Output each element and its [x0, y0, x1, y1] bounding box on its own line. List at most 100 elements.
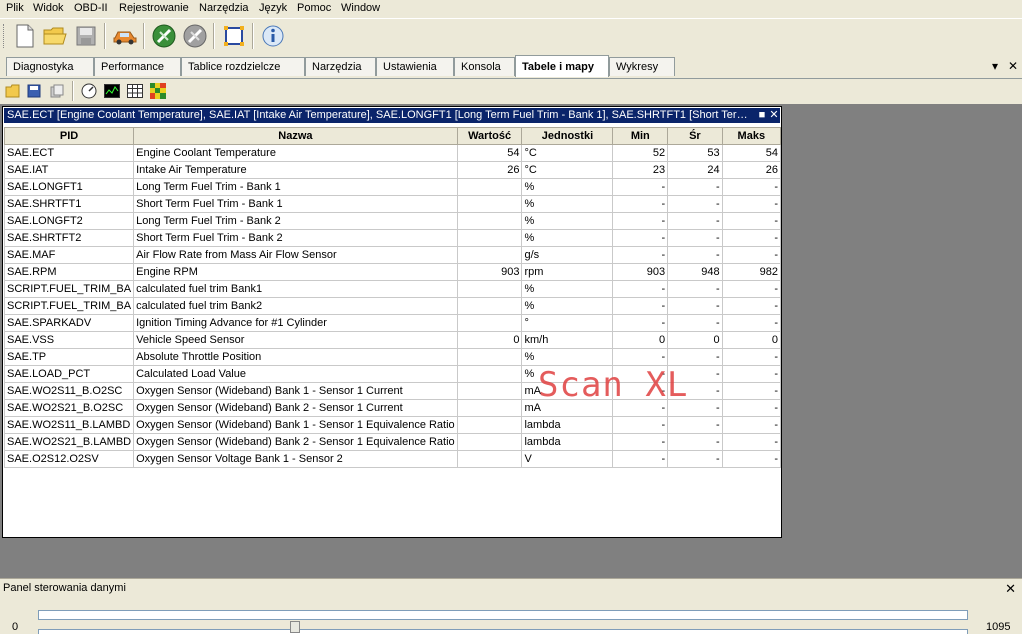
new-button[interactable]: [11, 22, 39, 50]
cell-pid: SAE.RPM: [3, 263, 135, 281]
cell-jednostki: %: [521, 212, 614, 230]
cell-wartosc: [456, 195, 523, 213]
gauge-view-button[interactable]: [80, 82, 98, 100]
menu-narzedzia[interactable]: Narzędzia: [198, 1, 250, 15]
table-view-button[interactable]: [126, 82, 144, 100]
info-button[interactable]: [259, 22, 287, 50]
tab-narzedzia[interactable]: Narzędzia: [305, 57, 376, 76]
table-row[interactable]: SAE.WO2S11_B.O2SC Oxygen Sensor (Wideband…: [3, 382, 782, 400]
table-row[interactable]: SAE.LONGFT1 Long Term Fuel Trim - Bank 1%…: [3, 178, 782, 196]
cell-pid: SCRIPT.FUEL_TRIM_BA: [3, 280, 135, 298]
table-row[interactable]: SAE.O2S12.O2SV Oxygen Sensor Voltage Bank…: [3, 450, 782, 468]
table-row[interactable]: SCRIPT.FUEL_TRIM_BA calculated fuel trim …: [3, 297, 782, 315]
menu-plik[interactable]: Plik: [5, 1, 25, 15]
column-header-jednostki[interactable]: Jednostki: [521, 127, 614, 145]
vehicle-button[interactable]: [111, 22, 139, 50]
cell-jednostki: %: [521, 280, 614, 298]
table-row[interactable]: SAE.LOAD_PCT Calculated Load Value% - - -: [3, 365, 782, 383]
table-row[interactable]: SAE.TP Absolute Throttle Position% - - -: [3, 348, 782, 366]
frame-title: SAE.ECT [Engine Coolant Temperature], SA…: [7, 109, 752, 121]
frame-titlebar[interactable]: SAE.ECT [Engine Coolant Temperature], SA…: [4, 108, 780, 123]
frame-maximize-icon[interactable]: ■: [756, 108, 768, 123]
menu-widok[interactable]: Widok: [32, 1, 65, 15]
cell-maks: -: [721, 229, 782, 247]
save-table-button[interactable]: [25, 82, 43, 100]
cell-nazwa: Oxygen Sensor (Wideband) Bank 2 - Sensor…: [133, 399, 458, 417]
table-header-row: PID Nazwa Wartość Jednostki Min Śr Maks: [3, 127, 782, 145]
cell-min: 23: [612, 161, 669, 179]
column-header-maks[interactable]: Maks: [721, 127, 782, 145]
table-row[interactable]: SAE.WO2S21_B.O2SC Oxygen Sensor (Wideband…: [3, 399, 782, 417]
column-header-pid[interactable]: PID: [3, 127, 135, 145]
cell-maks: -: [721, 399, 782, 417]
menu-obd[interactable]: OBD-II: [73, 1, 109, 15]
tab-performance[interactable]: Performance: [94, 57, 181, 76]
cell-wartosc: [456, 229, 523, 247]
data-control-panel: Panel sterowania danymi ✕ 0 1095: [0, 578, 1022, 634]
color-map-button[interactable]: [149, 82, 167, 100]
cell-min: -: [612, 348, 669, 366]
menu-pomoc[interactable]: Pomoc: [296, 1, 332, 15]
disconnect-plug-icon: [183, 24, 207, 48]
cell-nazwa: Absolute Throttle Position: [133, 348, 458, 366]
tab-wykresy[interactable]: Wykresy: [609, 57, 675, 76]
tab-tablice[interactable]: Tablice rozdzielcze: [181, 57, 305, 76]
disconnect-button[interactable]: [181, 22, 209, 50]
tab-tabele-i-mapy[interactable]: Tabele i mapy: [515, 55, 609, 77]
table-row[interactable]: SAE.SHRTFT1 Short Term Fuel Trim - Bank 1…: [3, 195, 782, 213]
cell-jednostki: mA: [521, 382, 614, 400]
table-row[interactable]: SAE.MAF Air Flow Rate from Mass Air Flow …: [3, 246, 782, 264]
cell-sr: -: [667, 348, 723, 366]
table-row[interactable]: SAE.VSS Vehicle Speed Sensor 0 km/h 0 0 0: [3, 331, 782, 349]
toolbar-grip[interactable]: [3, 24, 7, 48]
cell-nazwa: Short Term Fuel Trim - Bank 1: [133, 195, 458, 213]
tab-close-icon[interactable]: ✕: [1008, 59, 1018, 73]
copy-table-button[interactable]: [48, 82, 66, 100]
frame-settings-button[interactable]: [220, 22, 248, 50]
cell-min: -: [612, 314, 669, 332]
gauge-icon: [81, 83, 97, 99]
tab-menu-chevron-icon[interactable]: ▾: [992, 59, 998, 73]
table-row[interactable]: SAE.LONGFT2 Long Term Fuel Trim - Bank 2%…: [3, 212, 782, 230]
cell-maks: -: [721, 450, 782, 468]
table-row[interactable]: SAE.WO2S21_B.LAMBD Oxygen Sensor (Wideban…: [3, 433, 782, 451]
cell-min: -: [612, 178, 669, 196]
tab-ustawienia[interactable]: Ustawienia: [376, 57, 454, 76]
slider-min-label: 0: [12, 621, 19, 633]
menu-rejestrowanie[interactable]: Rejestrowanie: [118, 1, 190, 15]
cell-pid: SAE.WO2S11_B.LAMBD: [3, 416, 135, 434]
cell-nazwa: Calculated Load Value: [133, 365, 458, 383]
column-header-min[interactable]: Min: [612, 127, 669, 145]
cell-nazwa: Intake Air Temperature: [133, 161, 458, 179]
color-map-icon: [150, 83, 166, 99]
position-slider-thumb[interactable]: [289, 621, 300, 633]
cell-jednostki: %: [521, 178, 614, 196]
column-header-sr[interactable]: Śr: [667, 127, 723, 145]
cell-wartosc: 54: [456, 144, 523, 162]
table-row[interactable]: SAE.IAT Intake Air Temperature 26 °C 23 24 26: [3, 161, 782, 179]
cell-pid: SAE.VSS: [3, 331, 135, 349]
menu-window[interactable]: Window: [340, 1, 381, 15]
column-header-wartosc[interactable]: Wartość: [456, 127, 523, 145]
cell-jednostki: %: [521, 365, 614, 383]
save-disk-icon: [27, 84, 41, 98]
column-header-nazwa[interactable]: Nazwa: [133, 127, 458, 145]
frame-close-icon[interactable]: ✕: [768, 108, 780, 123]
open-button[interactable]: [41, 22, 69, 50]
table-row[interactable]: SAE.SPARKADV Ignition Timing Advance for …: [3, 314, 782, 332]
tab-konsola[interactable]: Konsola: [454, 57, 515, 76]
panel-close-icon[interactable]: ✕: [1005, 581, 1016, 597]
cell-nazwa: Oxygen Sensor (Wideband) Bank 1 - Sensor…: [133, 416, 458, 434]
menu-jezyk[interactable]: Język: [258, 1, 288, 15]
table-row[interactable]: SAE.ECT Engine Coolant Temperature 54 °C 52 5…: [3, 144, 782, 162]
tab-diagnostyka[interactable]: Diagnostyka: [6, 57, 94, 76]
save-button[interactable]: [72, 22, 100, 50]
open-table-button[interactable]: [4, 82, 22, 100]
connect-button[interactable]: [150, 22, 178, 50]
cell-pid: SCRIPT.FUEL_TRIM_BA: [3, 297, 135, 315]
table-row[interactable]: SCRIPT.FUEL_TRIM_BA calculated fuel trim …: [3, 280, 782, 298]
table-row[interactable]: SAE.WO2S11_B.LAMBD Oxygen Sensor (Wideban…: [3, 416, 782, 434]
table-row[interactable]: SAE.RPM Engine RPM 903 rpm 903 948 982: [3, 263, 782, 281]
graph-view-button[interactable]: [103, 82, 121, 100]
table-row[interactable]: SAE.SHRTFT2 Short Term Fuel Trim - Bank 2…: [3, 229, 782, 247]
